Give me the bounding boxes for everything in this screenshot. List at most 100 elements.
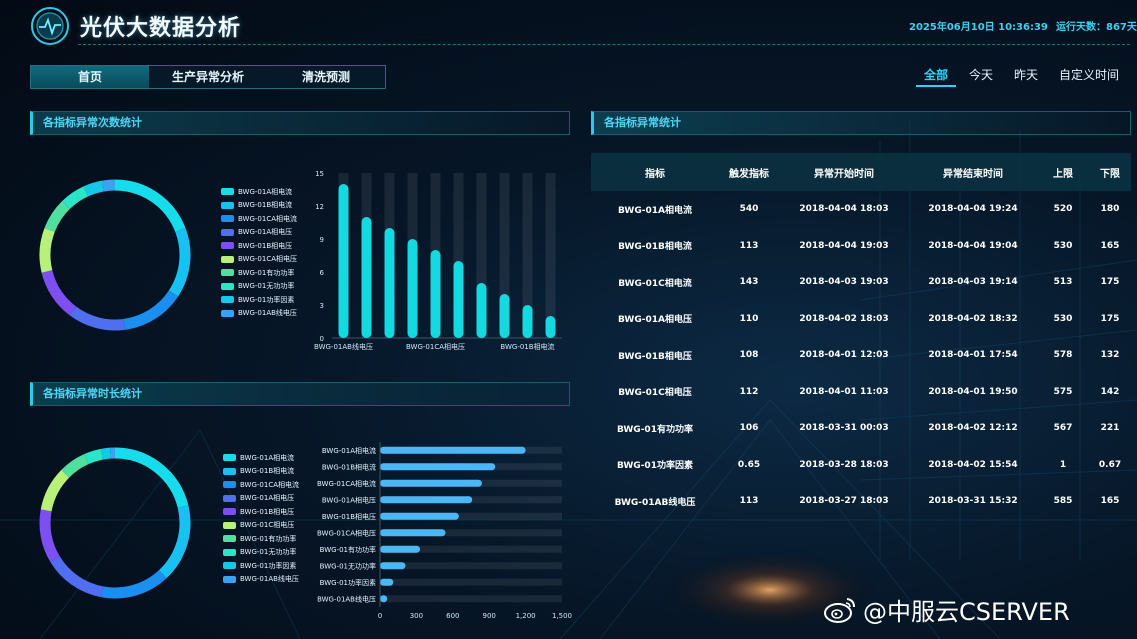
legend-item[interactable]: BWG-01A相电压	[223, 493, 299, 504]
legend-item[interactable]: BWG-01A相电流	[223, 452, 299, 463]
bar[interactable]	[522, 305, 533, 338]
x-tick-label: 900	[483, 612, 496, 620]
x-tick-label: BWG-01AB线电压	[314, 342, 373, 351]
y-category-label: BWG-01AB线电压	[317, 594, 376, 603]
bar[interactable]	[338, 184, 349, 338]
table-row[interactable]: BWG-01C相电压 112 2018-04-01 11:03 2018-04-01 …	[591, 374, 1131, 411]
bar[interactable]	[380, 496, 473, 504]
legend-item[interactable]: BWG-01A相电流	[221, 186, 297, 197]
donut-slice	[168, 227, 191, 297]
bar[interactable]	[380, 512, 459, 520]
legend-item[interactable]: BWG-01CA相电流	[223, 479, 299, 490]
table-row[interactable]: BWG-01有功功率 106 2018-03-31 00:03 2018-04-02 …	[591, 410, 1131, 447]
anomaly-table: 指标 触发指标 异常开始时间 异常结束时间 上限 下限 BWG-01A相电流 54…	[591, 153, 1131, 520]
filter-all[interactable]: 全部	[916, 64, 957, 87]
legend-item[interactable]: BWG-01有功功率	[223, 533, 299, 544]
tab-home[interactable]: 首页	[31, 66, 149, 88]
table-row[interactable]: BWG-01功率因素 0.65 2018-03-28 18:03 2018-04-02…	[591, 447, 1131, 484]
legend-swatch	[221, 282, 234, 290]
legend-item[interactable]: BWG-01B相电流	[221, 200, 297, 211]
bar[interactable]	[430, 250, 441, 338]
table-cell: 175	[1100, 277, 1120, 288]
legend-item[interactable]: BWG-01有功功率	[221, 267, 297, 278]
legend-item[interactable]: BWG-01C相电压	[223, 520, 299, 531]
legend-item[interactable]: BWG-01AB线电压	[223, 574, 299, 585]
legend-item[interactable]: BWG-01A相电压	[221, 227, 297, 238]
legend-label: BWG-01无功功率	[238, 282, 295, 290]
section-title-table: 各指标异常统计	[591, 111, 1131, 135]
y-category-label: BWG-01无功功率	[320, 561, 376, 570]
legend-item[interactable]: BWG-01功率因素	[221, 294, 297, 305]
tab-cleaning-forecast[interactable]: 清洗预测	[267, 66, 385, 88]
bar[interactable]	[407, 239, 418, 338]
filter-custom-time[interactable]: 自定义时间	[1051, 64, 1127, 87]
bar[interactable]	[380, 562, 406, 570]
table-cell: BWG-01C相电压	[618, 388, 692, 399]
y-tick-label: 6	[320, 269, 325, 277]
count-legend: BWG-01A相电流 BWG-01B相电流 BWG-01CA相电流 BWG-01A相电…	[221, 186, 297, 321]
legend-item[interactable]: BWG-01无功功率	[223, 547, 299, 558]
legend-label: BWG-01B相电流	[238, 201, 293, 209]
x-tick-label: 600	[446, 612, 459, 620]
bar[interactable]	[384, 228, 395, 338]
donut-slice	[39, 227, 55, 273]
table-row[interactable]: BWG-01C相电流 143 2018-04-03 19:03 2018-04-03 …	[591, 264, 1131, 301]
legend-swatch	[221, 255, 234, 263]
table-row[interactable]: BWG-01A相电流 540 2018-04-04 18:03 2018-04-04 …	[591, 191, 1131, 228]
header-cell: 异常开始时间	[814, 168, 874, 180]
bar[interactable]	[453, 261, 464, 338]
count-donut-chart	[39, 179, 191, 331]
legend-item[interactable]: BWG-01B相电压	[223, 506, 299, 517]
weibo-icon	[824, 597, 855, 623]
legend-label: BWG-01A相电流	[240, 453, 295, 462]
bar[interactable]	[499, 294, 510, 338]
bar[interactable]	[545, 316, 556, 338]
donut-slice	[69, 306, 125, 331]
filter-yesterday[interactable]: 昨天	[1006, 64, 1046, 87]
bar[interactable]	[380, 463, 496, 471]
bar[interactable]	[380, 446, 526, 454]
bar[interactable]	[476, 283, 487, 338]
logo-icon	[31, 7, 69, 45]
donut-slice	[61, 454, 89, 478]
table-row[interactable]: BWG-01B相电压 108 2018-04-01 12:03 2018-04-01 …	[591, 337, 1131, 374]
legend-label: BWG-01C相电压	[240, 521, 295, 529]
legend-label: BWG-01无功功率	[240, 548, 297, 556]
table-cell: 2018-03-31 00:03	[799, 423, 889, 434]
bar-background	[380, 595, 562, 603]
legend-label: BWG-01B相电压	[240, 507, 295, 516]
bar[interactable]	[380, 529, 446, 537]
x-tick-label: 0	[378, 612, 382, 620]
table-cell: 520	[1053, 204, 1073, 215]
legend-item[interactable]: BWG-01CA相电流	[221, 213, 297, 224]
legend-item[interactable]: BWG-01B相电压	[221, 240, 297, 251]
bar[interactable]	[361, 217, 372, 338]
bar[interactable]	[380, 578, 394, 586]
legend-swatch	[223, 494, 236, 502]
table-cell: 567	[1053, 423, 1073, 434]
x-tick-label: 300	[410, 612, 423, 620]
table-row[interactable]: BWG-01AB线电压 113 2018-03-27 18:03 2018-03-31…	[591, 483, 1131, 520]
legend-item[interactable]: BWG-01功率因素	[223, 560, 299, 571]
table-row[interactable]: BWG-01B相电流 113 2018-04-04 19:03 2018-04-04 …	[591, 228, 1131, 265]
tab-production-anomaly[interactable]: 生产异常分析	[149, 66, 267, 88]
filter-today[interactable]: 今天	[961, 64, 1001, 87]
table-cell: BWG-01B相电压	[618, 351, 692, 362]
legend-item[interactable]: BWG-01无功功率	[221, 281, 297, 292]
bar[interactable]	[380, 595, 388, 603]
donut-slice	[40, 469, 70, 512]
app-title: 光伏大数据分析	[80, 16, 242, 41]
bar[interactable]	[380, 479, 482, 487]
y-tick-label: 12	[315, 203, 324, 211]
bar[interactable]	[380, 545, 421, 553]
table-cell: 106	[739, 423, 759, 434]
duration-donut-chart	[39, 447, 191, 599]
legend-item[interactable]: BWG-01CA相电压	[221, 254, 297, 265]
table-cell: 165	[1100, 496, 1120, 507]
table-row[interactable]: BWG-01A相电压 110 2018-04-02 18:03 2018-04-02 …	[591, 301, 1131, 338]
legend-item[interactable]: BWG-01B相电流	[223, 466, 299, 477]
table-cell: BWG-01C相电流	[618, 278, 692, 289]
table-cell: 112	[739, 386, 759, 397]
table-cell: 2018-04-04 19:03	[799, 240, 889, 251]
legend-item[interactable]: BWG-01AB线电压	[221, 308, 297, 319]
